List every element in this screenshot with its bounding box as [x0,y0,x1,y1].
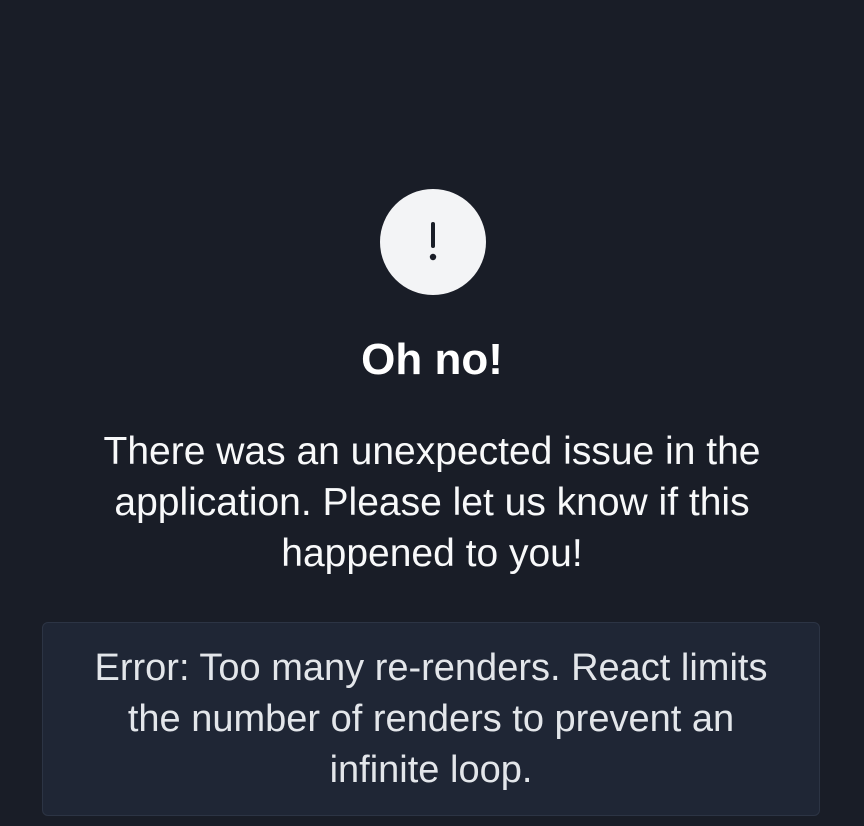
error-message: There was an unexpected issue in the app… [103,430,761,575]
error-page: Oh no! There was an unexpected issue in … [0,0,864,826]
error-title: Oh no! [361,335,503,384]
exclamation-icon [429,222,437,261]
alert-badge [380,189,486,295]
error-details-box: Error: Too many re-renders. React limits… [42,622,820,816]
error-details-text: Error: Too many re-renders. React limits… [94,646,768,791]
